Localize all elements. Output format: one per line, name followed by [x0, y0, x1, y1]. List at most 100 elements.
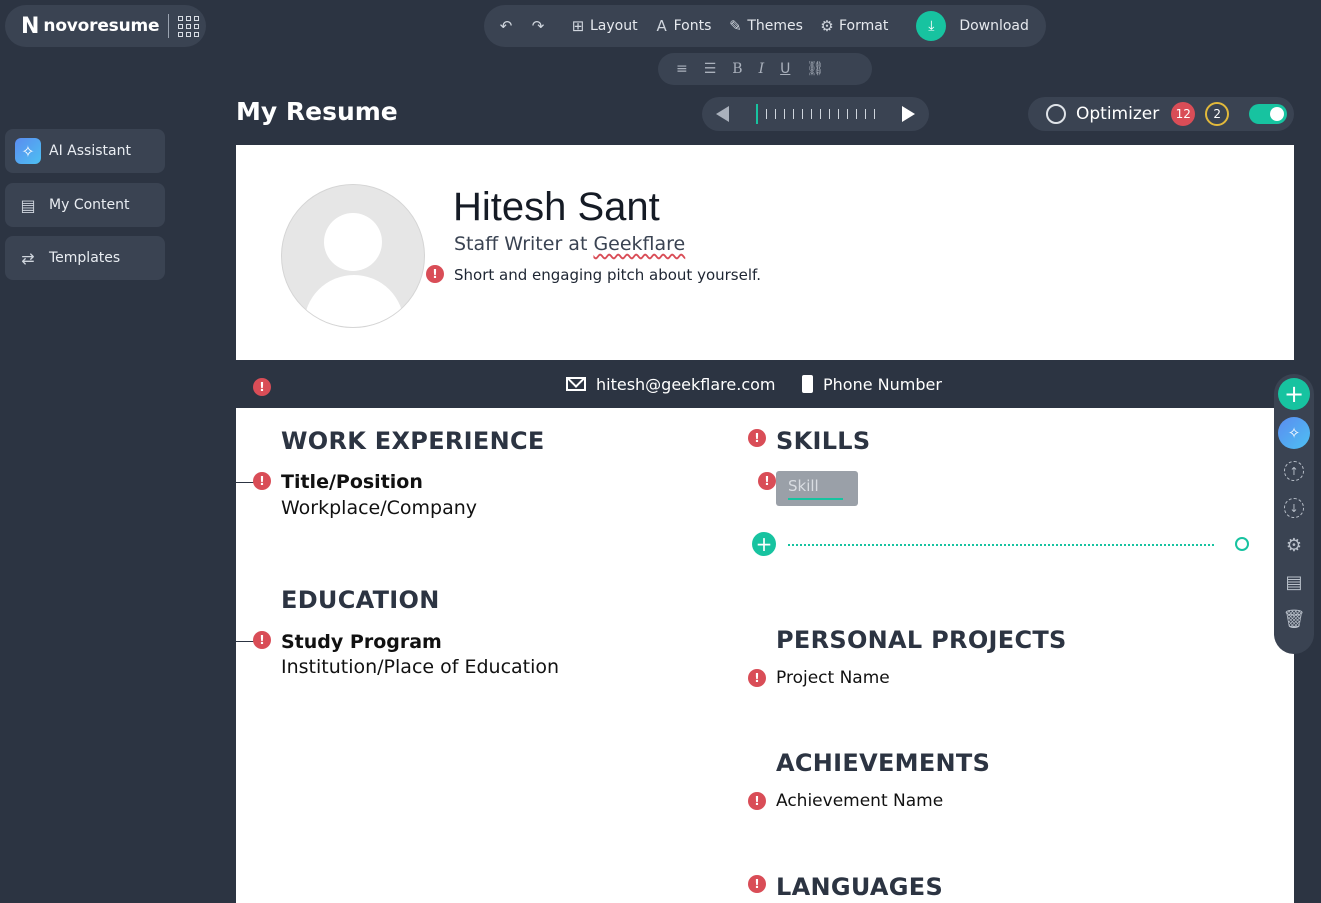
download-icon: ⤓ — [916, 11, 947, 41]
skill-level-handle[interactable] — [1235, 537, 1249, 551]
folder-icon: ▤ — [20, 195, 36, 215]
folder-icon: ▤ — [1285, 571, 1303, 593]
phone-icon — [802, 375, 813, 393]
phone-text: Phone Number — [823, 374, 942, 394]
move-up-button[interactable]: ↑ — [1278, 456, 1310, 486]
education-item-title[interactable]: Study Program — [281, 631, 442, 653]
envelope-icon — [566, 377, 586, 391]
ai-assistant-icon: ✧ — [15, 138, 41, 164]
ai-assist-section-button[interactable]: ✧ — [1278, 417, 1310, 449]
subtitle-company: Geekflare — [593, 233, 686, 255]
item-connector — [236, 482, 254, 483]
skill-input[interactable]: Skill — [776, 471, 858, 506]
delete-section-button[interactable]: 🗑 — [1278, 604, 1310, 634]
error-icon[interactable]: ! — [426, 265, 444, 283]
resume-canvas: Hitesh Sant Staff Writer at Geekflare ! … — [236, 145, 1294, 903]
move-down-button[interactable]: ↓ — [1278, 493, 1310, 523]
gear-icon: ⚙ — [820, 17, 834, 35]
add-skill-button[interactable]: + — [752, 532, 776, 556]
contact-bar: ! hitesh@geekflare.com Phone Number — [236, 360, 1294, 408]
redo-button[interactable]: ↷ — [530, 18, 546, 34]
align-left-icon[interactable]: ≡ — [676, 61, 688, 77]
sidebar-item-my-content[interactable]: ▤ My Content — [5, 183, 165, 227]
logo-mark: N — [21, 13, 40, 39]
error-icon[interactable]: ! — [748, 792, 766, 810]
layout-label: Layout — [590, 18, 638, 34]
template-slider[interactable] — [702, 97, 929, 131]
fonts-button[interactable]: A Fonts — [654, 17, 712, 35]
section-title-education[interactable]: EDUCATION — [281, 586, 440, 614]
themes-button[interactable]: ✎ Themes — [727, 18, 803, 34]
sidebar-item-templates[interactable]: ⇄ Templates — [5, 236, 165, 280]
download-label: Download — [959, 18, 1029, 34]
layout-button[interactable]: ⊞ Layout — [570, 18, 638, 34]
skill-level-track[interactable] — [788, 544, 1214, 546]
previous-arrow-icon[interactable] — [716, 106, 729, 122]
contact-email[interactable]: hitesh@geekflare.com — [566, 375, 776, 394]
error-icon[interactable]: ! — [748, 875, 766, 893]
format-button[interactable]: ⚙ Format — [819, 18, 888, 34]
justify-icon[interactable]: ☰ — [704, 61, 717, 77]
project-item-name[interactable]: Project Name — [776, 668, 890, 688]
divider — [168, 14, 170, 38]
error-icon[interactable]: ! — [253, 472, 271, 490]
error-icon[interactable]: ! — [253, 378, 271, 396]
error-icon[interactable]: ! — [748, 669, 766, 687]
undo-icon: ↶ — [499, 17, 513, 35]
error-icon[interactable]: ! — [253, 631, 271, 649]
subtitle-prefix: Staff Writer at — [454, 233, 594, 255]
achievement-item-name[interactable]: Achievement Name — [776, 791, 943, 811]
profile-photo-placeholder[interactable] — [281, 184, 425, 328]
skill-placeholder: Skill — [788, 477, 819, 495]
optimizer-toggle[interactable] — [1249, 104, 1288, 124]
italic-icon[interactable]: I — [759, 61, 765, 77]
fonts-label: Fonts — [673, 18, 712, 34]
section-title-languages[interactable]: LANGUAGES — [776, 873, 943, 901]
next-arrow-icon[interactable] — [902, 106, 915, 122]
resume-name[interactable]: Hitesh Sant — [453, 185, 660, 230]
optimizer-label[interactable]: Optimizer — [1076, 104, 1159, 124]
resume-pitch[interactable]: Short and engaging pitch about yourself. — [454, 266, 761, 284]
logo-text[interactable]: novoresume — [43, 16, 159, 36]
arrow-down-icon: ↓ — [1284, 498, 1304, 518]
section-title-work[interactable]: WORK EXPERIENCE — [281, 427, 545, 455]
link-icon[interactable]: ⛓ — [806, 61, 824, 77]
add-section-button[interactable]: + — [1278, 378, 1310, 410]
education-item-institution[interactable]: Institution/Place of Education — [281, 656, 559, 678]
save-content-button[interactable]: ▤ — [1278, 567, 1310, 597]
contact-phone[interactable]: Phone Number — [802, 375, 942, 394]
error-icon[interactable]: ! — [758, 472, 776, 490]
brush-icon: ✎ — [729, 17, 742, 35]
undo-button[interactable]: ↶ — [498, 18, 514, 34]
gear-icon: ⚙ — [1285, 534, 1303, 556]
resume-subtitle[interactable]: Staff Writer at Geekflare — [454, 233, 685, 255]
error-count-badge[interactable]: 12 — [1171, 102, 1196, 126]
section-title-skills[interactable]: SKILLS — [776, 427, 870, 455]
page-title: My Resume — [236, 97, 398, 126]
text-format-bar: ≡ ☰ B I U ⛓ — [658, 53, 872, 85]
main-toolbar: ↶ ↷ ⊞ Layout A Fonts ✎ Themes ⚙ Format ⤓ Dow… — [484, 5, 1046, 47]
brand-bar: N novoresume — [5, 5, 206, 47]
section-title-projects[interactable]: PERSONAL PROJECTS — [776, 626, 1067, 654]
warning-count-badge[interactable]: 2 — [1205, 102, 1230, 126]
work-item-title[interactable]: Title/Position — [281, 471, 423, 493]
slider-ticks[interactable] — [756, 104, 875, 124]
underline-icon[interactable]: U — [780, 61, 790, 77]
themes-label: Themes — [747, 18, 803, 34]
redo-icon: ↷ — [531, 17, 545, 35]
templates-icon: ⇄ — [21, 248, 35, 268]
arrow-up-icon: ↑ — [1284, 461, 1304, 481]
bold-icon[interactable]: B — [732, 61, 742, 77]
sidebar-item-label: Templates — [49, 250, 121, 266]
font-icon: A — [656, 17, 667, 35]
error-icon[interactable]: ! — [748, 429, 766, 447]
apps-grid-icon[interactable] — [178, 15, 200, 37]
section-settings-button[interactable]: ⚙ — [1278, 530, 1310, 560]
optimizer-bar: Optimizer 12 2 — [1028, 97, 1294, 131]
format-label: Format — [838, 18, 889, 34]
section-title-achievements[interactable]: ACHIEVEMENTS — [776, 749, 990, 777]
download-button[interactable]: ⤓ Download — [904, 11, 1029, 41]
sidebar-item-ai-assistant[interactable]: ✧ AI Assistant — [5, 129, 165, 173]
email-text: hitesh@geekflare.com — [596, 374, 776, 394]
work-item-company[interactable]: Workplace/Company — [281, 497, 477, 519]
